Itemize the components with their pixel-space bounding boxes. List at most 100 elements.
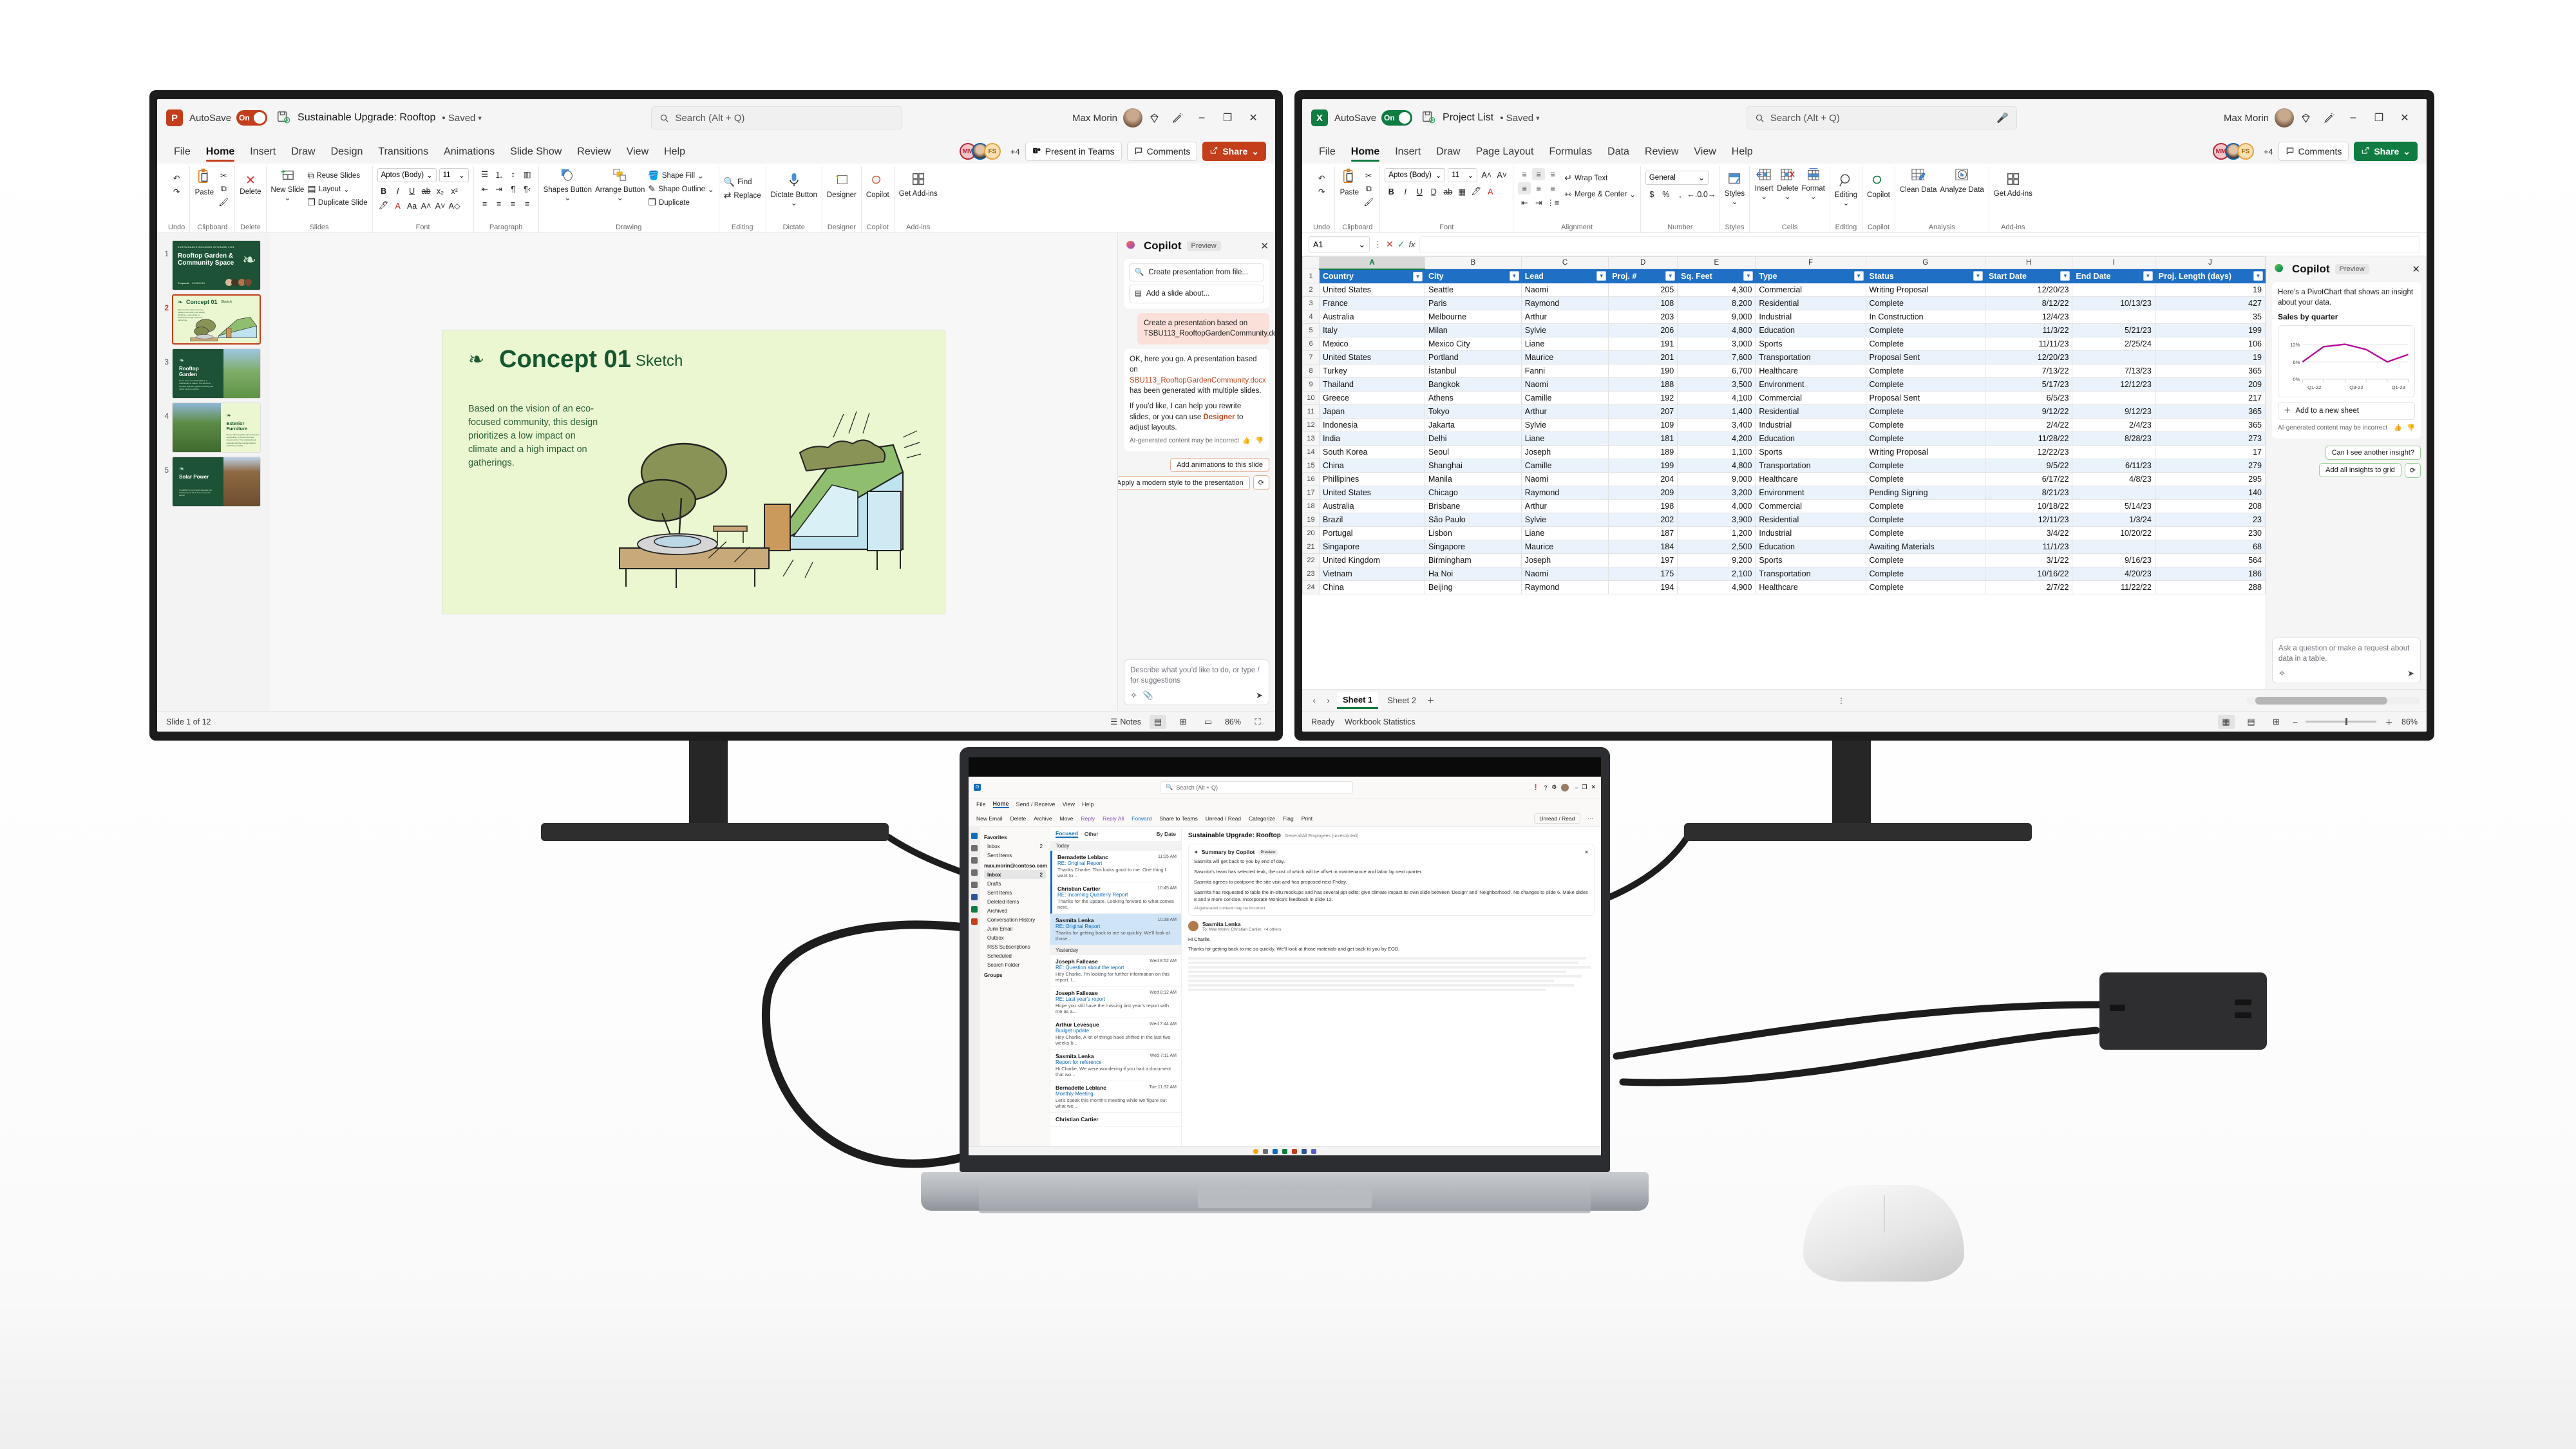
insert-cells-button[interactable]: Insert ⌄ (1754, 168, 1774, 202)
table-cell[interactable]: Transportation (1755, 567, 1866, 581)
table-cell[interactable]: 11/11/23 (1984, 337, 2073, 351)
close-button[interactable]: ✕ (2392, 107, 2418, 129)
tab-design[interactable]: Design (323, 144, 371, 164)
table-cell[interactable]: United States (1319, 283, 1425, 297)
cut-icon[interactable]: ✂ (217, 169, 230, 182)
table-row[interactable]: 6 Mexico Mexico City Liane 191 3,000 Sports Com… (1302, 337, 2266, 351)
taskbar-powerpoint-icon[interactable] (1292, 1148, 1297, 1154)
table-cell[interactable]: 365 (2154, 404, 2266, 419)
table-cell[interactable]: Birmingham (1425, 553, 1522, 567)
table-cell[interactable]: 2/4/22 (1984, 418, 2073, 432)
table-cell[interactable]: 8,200 (1677, 296, 1756, 310)
bold-button[interactable]: B (1385, 185, 1397, 198)
table-cell[interactable]: 35 (2154, 310, 2266, 324)
windows-taskbar[interactable] (969, 1146, 1601, 1155)
reading-pane[interactable]: Sustainable Upgrade: Rooftop General\All… (1182, 827, 1601, 1146)
slide-thumbnail-panel[interactable]: 1 SUSTAINABLE BUILDING UPGRADE #113 Roof… (157, 233, 270, 711)
analyze-data-button[interactable]: Analyze Data (1940, 168, 1984, 194)
table-cell[interactable]: 12/20/23 (1984, 283, 2073, 297)
table-cell[interactable]: 181 (1608, 431, 1678, 446)
table-cell[interactable]: Greece (1319, 391, 1425, 405)
tab-help[interactable]: Help (656, 144, 693, 164)
copilot-button[interactable]: Copilot (866, 168, 889, 200)
table-cell[interactable]: Environment (1755, 377, 1866, 392)
duplicate-button[interactable]: ❐ Duplicate (648, 196, 714, 209)
superscript-button[interactable]: x² (448, 185, 461, 197)
row-number[interactable]: 6 (1302, 337, 1320, 351)
table-row[interactable]: 13 India Delhi Liane 181 4,200 Education Comple… (1302, 431, 2266, 446)
italic-button[interactable]: I (1399, 185, 1412, 198)
table-cell[interactable]: Phillipines (1319, 472, 1425, 486)
table-cell[interactable] (2072, 391, 2155, 405)
sales-by-quarter-chart[interactable]: 12% 6% 0% Q1-22 Q3-22 Q1-23 (2278, 325, 2415, 398)
document-title[interactable]: Project List (1443, 112, 1493, 124)
table-cell[interactable]: Complete (1865, 513, 1985, 527)
tab-send-receive[interactable]: Send / Receive (1016, 801, 1056, 808)
table-cell[interactable]: 205 (1608, 283, 1678, 297)
tab-file[interactable]: File (976, 801, 986, 808)
thumbs-down-icon[interactable]: 👎 (2407, 424, 2415, 433)
table-row[interactable]: 21 Singapore Singapore Maurice 184 2,500 Educa… (1302, 540, 2266, 554)
table-row[interactable]: 18 Australia Brisbane Arthur 198 4,000 Commerc… (1302, 499, 2266, 513)
print-button[interactable]: Print (1302, 815, 1312, 822)
table-cell[interactable]: France (1319, 296, 1425, 310)
more-options-icon[interactable]: ⋮ (1374, 240, 1382, 250)
send-icon[interactable]: ➤ (1256, 690, 1263, 701)
table-cell[interactable]: Lisbon (1425, 526, 1522, 540)
table-row[interactable]: 10 Greece Athens Camille 192 4,100 Commercial P… (1302, 391, 2266, 405)
table-cell[interactable]: Ha Noi (1425, 567, 1522, 581)
move-button[interactable]: Move (1060, 815, 1074, 822)
table-cell[interactable]: Liane (1520, 337, 1609, 351)
close-icon[interactable]: ✕ (1584, 849, 1589, 855)
table-cell[interactable]: Milan (1425, 323, 1522, 337)
undo-icon[interactable]: ↶ (1315, 172, 1328, 184)
table-cell[interactable]: United States (1319, 350, 1425, 365)
copilot-input[interactable]: Ask a question or make a request about d… (2272, 637, 2421, 683)
table-cell[interactable]: 106 (2154, 337, 2266, 351)
table-cell[interactable]: Manila (1425, 472, 1522, 486)
table-cell[interactable]: Fanni (1520, 364, 1609, 378)
column-header-c[interactable]: C (1520, 256, 1609, 269)
table-cell[interactable]: 4,000 (1677, 499, 1756, 513)
current-slide[interactable]: ❧ Concept 01 Sketch Based on the vision … (442, 330, 945, 614)
increase-indent-button[interactable]: ⇥ (1532, 196, 1545, 209)
collaborator-facepile[interactable]: MM FS (2212, 143, 2254, 160)
table-cell[interactable]: 11/22/22 (2072, 580, 2155, 594)
row-number[interactable]: 12 (1302, 418, 1320, 432)
table-cell[interactable]: 192 (1608, 391, 1678, 405)
filter-icon[interactable]: ▼ (1853, 271, 1864, 281)
table-cell[interactable]: Naomi (1520, 472, 1609, 486)
paste-button[interactable]: Paste (194, 168, 214, 197)
table-cell[interactable]: Commercial (1755, 499, 1866, 513)
table-header-cell[interactable]: Proj. Length (days) ▼ (2154, 269, 2266, 283)
table-cell[interactable]: 5/21/23 (2072, 323, 2155, 337)
response-file-link[interactable]: SBU113_RooftopGardenCommunity.docx (1130, 377, 1266, 384)
table-cell[interactable]: 9/12/23 (2072, 404, 2155, 419)
flag-button[interactable]: Flag (1283, 815, 1294, 822)
slide-thumbnail[interactable]: 1 SUSTAINABLE BUILDING UPGRADE #113 Roof… (157, 238, 270, 292)
table-header-cell[interactable]: Type ▼ (1755, 269, 1866, 283)
table-cell[interactable]: 3/1/22 (1984, 553, 2073, 567)
table-cell[interactable]: Writing Proposal (1865, 283, 1985, 297)
help-icon[interactable]: ? (1544, 784, 1547, 791)
filter-box[interactable]: Unread / Read (1534, 813, 1580, 824)
add-sheet-icon[interactable]: ＋ (1425, 695, 1436, 706)
table-cell[interactable]: Healthcare (1755, 472, 1866, 486)
concept-sketch-illustration[interactable] (600, 375, 935, 601)
slide-body-text[interactable]: Based on the vision of an eco-focused co… (468, 402, 600, 470)
slide-thumbnail[interactable]: 2 ❧ Concept 01 Sketch Based on the visio… (157, 292, 270, 346)
table-cell[interactable]: 7/13/23 (2072, 364, 2155, 378)
clean-data-button[interactable]: Clean Data (1900, 168, 1937, 194)
thumbs-up-icon[interactable]: 👍 (2394, 424, 2401, 433)
sheet-tab-2[interactable]: Sheet 2 (1381, 693, 1422, 708)
table-cell[interactable]: Turkey (1319, 364, 1425, 378)
table-cell[interactable]: Sports (1755, 553, 1866, 567)
people-icon[interactable] (971, 857, 978, 864)
table-row[interactable]: 5 Italy Milan Sylvie 206 4,800 Education Comple… (1302, 323, 2266, 337)
decrease-indent-button[interactable]: ⇤ (478, 183, 491, 195)
normal-view-button[interactable]: ▤ (1149, 714, 1166, 729)
table-row[interactable]: 23 Vietnam Ha Noi Naomi 175 2,100 Transportati… (1302, 567, 2266, 581)
save-sync-icon[interactable] (1421, 110, 1437, 126)
format-painter-icon[interactable]: 🖌 (1362, 196, 1375, 209)
zoom-out-icon[interactable]: – (2293, 717, 2298, 726)
